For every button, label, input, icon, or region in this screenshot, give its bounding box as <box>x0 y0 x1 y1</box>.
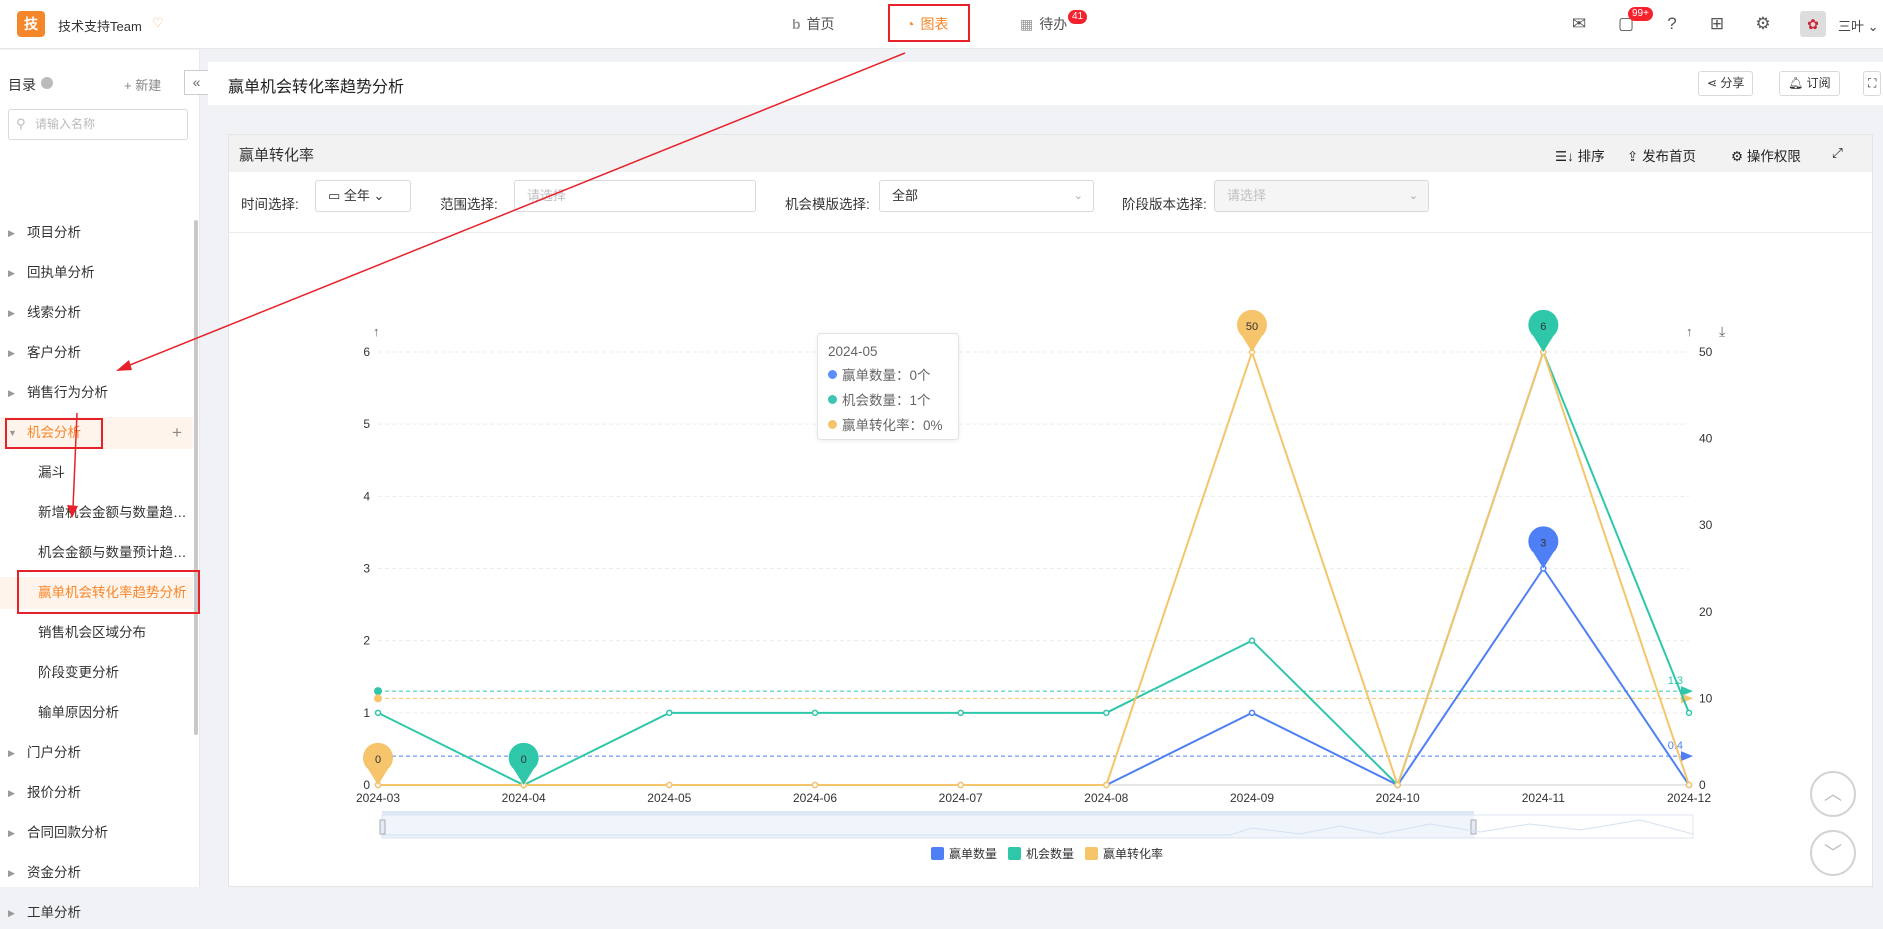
caret-right-icon: ▶ <box>8 908 15 918</box>
line-chart: 012345601020304050↑ ↑ ⤓2024-03 2024-04 2024-… <box>67 52 1725 839</box>
scroll-down-button[interactable]: ﹀ <box>1810 830 1856 876</box>
pin-label: 3 <box>1540 538 1546 550</box>
average-start-dot <box>374 687 382 696</box>
zoom-slider-bar <box>382 811 1474 815</box>
y-axis-left-tick-label: 0 <box>363 778 370 792</box>
data-point <box>957 781 964 789</box>
tooltip-row: 机会数量：1个 <box>828 389 948 409</box>
sidebar-item[interactable]: ▶ 工单分析 <box>0 897 193 929</box>
x-axis-tick-label: 2024-04 <box>502 791 546 805</box>
pin-label: 50 <box>1246 321 1258 333</box>
y-axis-left-tick-label: 2 <box>363 634 370 648</box>
tooltip-row: 赢单转化率：0% <box>828 414 948 434</box>
x-axis-tick-label: 2024-08 <box>1084 791 1128 805</box>
tooltip-row: 赢单数量：0个 <box>828 364 948 384</box>
annotation-arrowhead <box>67 505 78 518</box>
annotation-arrow <box>72 412 78 509</box>
y-axis-right-tick-label: 30 <box>1699 518 1713 532</box>
legend-item-opps[interactable]: 机会数量 <box>1008 845 1074 862</box>
average-start-dot <box>374 694 382 703</box>
y-axis-left-tick-label: 1 <box>363 706 370 720</box>
zoom-handle-left <box>379 819 386 835</box>
data-point <box>666 709 673 717</box>
data-point <box>1394 781 1401 789</box>
data-point <box>957 709 964 717</box>
y-axis-right-tick-label: 40 <box>1699 432 1713 446</box>
y-axis-left-tick-label: 4 <box>363 489 370 503</box>
x-axis-tick-label: 2024-10 <box>1376 791 1420 805</box>
y-axis-right-tick-label: 10 <box>1699 691 1713 705</box>
pin-label: 6 <box>1540 321 1546 333</box>
data-point <box>811 781 819 789</box>
data-point <box>1248 637 1256 644</box>
sidebar-item-label: 工单分析 <box>27 905 81 920</box>
scroll-up-button[interactable]: ︿ <box>1810 771 1856 817</box>
data-point <box>666 781 673 789</box>
average-arrow <box>1681 751 1693 762</box>
data-point <box>811 709 819 717</box>
x-axis-tick-label: 2024-06 <box>793 791 837 805</box>
y-axis-right-tick-label: 20 <box>1699 605 1713 619</box>
pin-label: 0 <box>521 754 527 766</box>
data-point <box>1685 781 1693 789</box>
y-axis-left-tick-label: 6 <box>363 345 370 359</box>
data-point <box>1103 781 1110 789</box>
data-point <box>1248 709 1256 717</box>
zoom-handle-right <box>1470 819 1477 835</box>
x-axis-tick-label: 2024-05 <box>647 791 691 805</box>
data-point <box>1685 709 1693 717</box>
chart-tooltip: 2024-05 赢单数量：0个 机会数量：1个 赢单转化率：0% <box>817 333 959 440</box>
pin-label: 0 <box>375 754 381 766</box>
series-line <box>378 566 1690 787</box>
y-axis-right-tick-label: 50 <box>1699 345 1713 359</box>
annotation-arrow <box>124 52 906 368</box>
download-icon: ⤓ <box>1719 323 1725 339</box>
x-axis-tick-label: 2024-03 <box>356 791 400 805</box>
arrow-up-icon: ↑ <box>1686 324 1693 339</box>
x-axis-tick-label: 2024-12 <box>1667 791 1711 805</box>
legend-item-wins[interactable]: 赢单数量 <box>931 845 997 862</box>
tooltip-title: 2024-05 <box>828 344 878 359</box>
x-axis-tick-label: 2024-09 <box>1230 791 1274 805</box>
y-axis-left-tick-label: 5 <box>363 417 370 431</box>
annotation-arrowhead <box>116 360 132 371</box>
y-axis-left-tick-label: 3 <box>363 562 370 576</box>
arrow-up-icon: ↑ <box>373 324 380 339</box>
data-point <box>1103 709 1110 717</box>
data-point <box>374 709 382 717</box>
legend-item-rate[interactable]: 赢单转化率 <box>1085 845 1163 862</box>
x-axis-tick-label: 2024-11 <box>1522 791 1565 805</box>
x-axis-tick-label: 2024-07 <box>939 791 983 805</box>
y-axis-right-tick-label: 0 <box>1699 778 1706 792</box>
